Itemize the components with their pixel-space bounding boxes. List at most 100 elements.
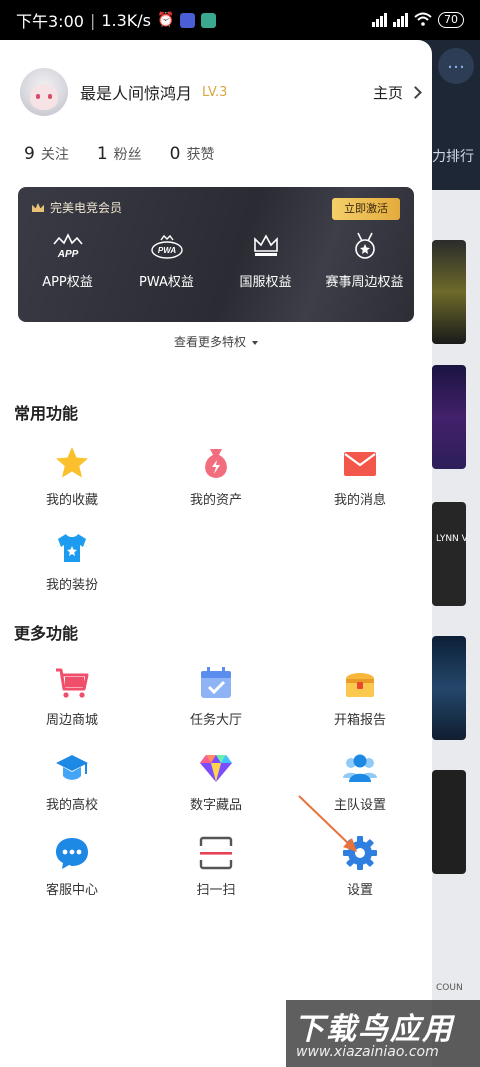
menu-item-assets[interactable]: 我的资产: [144, 444, 288, 529]
wifi-icon: [414, 11, 432, 30]
menu-item-label: 客服中心: [45, 883, 98, 898]
calendar-icon: [197, 664, 235, 702]
profile-row[interactable]: 最是人间惊鸿月 LV.3 主页: [20, 68, 422, 116]
chat-bubble-icon: [53, 834, 91, 872]
graduation-cap-icon: [53, 749, 91, 787]
background-card: [432, 365, 466, 469]
pwa-crown-icon: PWA: [147, 231, 187, 261]
triangle-down-icon: [252, 340, 258, 345]
more-perks-label: 查看更多特权: [173, 335, 246, 349]
section-title-more: 更多功能: [14, 624, 79, 643]
crown-icon: [32, 203, 44, 212]
perk-merch[interactable]: 赛事周边权益: [315, 231, 414, 290]
homepage-link[interactable]: 主页: [372, 82, 422, 103]
stat-label: 粉丝: [113, 147, 142, 163]
background-card: [432, 770, 466, 874]
perk-label: 国服权益: [239, 275, 292, 290]
background-card: [432, 240, 466, 344]
activate-button[interactable]: 立即激活: [332, 198, 400, 220]
stat-value: 0: [169, 144, 181, 164]
stat-value: 1: [96, 144, 108, 164]
menu-item-label: 我的资产: [189, 493, 242, 508]
background-rank-label: 力排行: [432, 149, 474, 165]
perk-label: 赛事周边权益: [325, 275, 404, 290]
menu-item-label: 我的消息: [333, 493, 386, 508]
annotation-arrow-icon: [298, 795, 357, 852]
menu-item-label: 我的高校: [45, 798, 98, 813]
menu-item-label: 设置: [346, 883, 373, 898]
avatar[interactable]: [20, 68, 68, 116]
background-card-text: LYNN V: [436, 534, 468, 544]
vip-perks: APP APP权益 PWA PWA权益 国服权益 赛事周边权益: [18, 231, 414, 290]
background-card: [432, 502, 466, 606]
alarm-icon: ⏰: [157, 12, 175, 28]
menu-item-label: 我的收藏: [45, 493, 98, 508]
stat-label: 获赞: [186, 147, 215, 163]
stat-following[interactable]: 9 关注: [24, 144, 69, 164]
scan-icon: [197, 834, 235, 872]
level-badge: LV.3: [202, 84, 228, 100]
diamond-icon: [197, 749, 235, 787]
status-time: 下午3:00: [16, 12, 84, 31]
stat-likes[interactable]: 0 获赞: [170, 144, 215, 164]
envelope-icon: [341, 444, 379, 482]
app-notification-icon-2: [201, 12, 217, 28]
signal-icon-2: [393, 13, 408, 27]
menu-item-label: 周边商城: [45, 713, 98, 728]
treasure-box-icon: [341, 664, 379, 702]
chevron-right-icon: [409, 85, 422, 99]
stat-value: 9: [24, 144, 35, 164]
svg-text:PWA: PWA: [157, 246, 175, 255]
medal-icon: [345, 231, 385, 261]
stats-row: 9 关注 1 粉丝 0 获赞: [24, 144, 214, 164]
menu-item-label: 开箱报告: [333, 713, 386, 728]
perk-cn-server[interactable]: 国服权益: [216, 231, 315, 290]
side-drawer: 最是人间惊鸿月 LV.3 主页 9 关注 1 粉丝 0 获赞 完美电竞会员 立即…: [0, 40, 432, 1067]
perk-pwa[interactable]: PWA PWA权益: [117, 231, 216, 290]
background-card: [432, 636, 466, 740]
menu-item-scan[interactable]: 扫一扫: [144, 834, 288, 919]
cart-icon: [53, 664, 91, 702]
vip-card[interactable]: 完美电竞会员 立即激活 APP APP权益 PWA PWA权益 国服权益 赛事周…: [18, 187, 414, 322]
perk-app[interactable]: APP APP权益: [18, 231, 117, 290]
network-speed: 1.3K/s: [101, 10, 151, 30]
menu-item-outfits[interactable]: 我的装扮: [0, 529, 144, 614]
common-functions-grid: 我的收藏 我的资产 我的消息 我的装扮: [0, 444, 432, 614]
background-bottom-text: COUN: [436, 983, 463, 993]
section-title-common: 常用功能: [14, 404, 79, 423]
menu-item-digital-collectibles[interactable]: 数字藏品: [144, 749, 288, 834]
battery-indicator: 70: [438, 12, 464, 28]
menu-item-tasks[interactable]: 任务大厅: [144, 664, 288, 749]
menu-item-favorites[interactable]: 我的收藏: [0, 444, 144, 529]
vip-title: 完美电竞会员: [32, 199, 122, 216]
menu-item-customer-service[interactable]: 客服中心: [0, 834, 144, 919]
money-bag-icon: [197, 444, 235, 482]
perk-label: APP权益: [42, 275, 93, 290]
menu-item-university[interactable]: 我的高校: [0, 749, 144, 834]
svg-text:APP: APP: [56, 249, 78, 260]
menu-item-label: 数字藏品: [189, 798, 242, 813]
username: 最是人间惊鸿月: [80, 84, 193, 103]
menu-item-label: 任务大厅: [189, 713, 242, 728]
vip-title-text: 完美电竞会员: [50, 201, 123, 215]
status-bar: 下午3:00 | 1.3K/s ⏰ 70: [0, 0, 480, 40]
app-notification-icon: [180, 12, 196, 28]
homepage-label: 主页: [372, 83, 403, 102]
team-icon: [341, 749, 379, 787]
more-functions-grid: 周边商城 任务大厅 开箱报告 我的高校 数字藏品 主队设置 客服中心 扫一扫 设…: [0, 664, 432, 919]
crown-icon: [246, 231, 286, 261]
watermark-title: 下载鸟应用: [294, 1012, 454, 1047]
more-perks-link[interactable]: 查看更多特权: [0, 333, 432, 350]
stat-followers[interactable]: 1 粉丝: [97, 144, 142, 164]
menu-item-label: 扫一扫: [196, 883, 236, 898]
menu-item-shop[interactable]: 周边商城: [0, 664, 144, 749]
star-icon: [53, 444, 91, 482]
menu-item-label: 我的装扮: [45, 578, 98, 593]
tshirt-icon: [53, 529, 91, 567]
app-crown-icon: APP: [48, 231, 88, 261]
menu-item-unbox-report[interactable]: 开箱报告: [288, 664, 432, 749]
stat-label: 关注: [40, 147, 69, 163]
watermark: 下载鸟应用 www.xiazainiao.com: [286, 1000, 480, 1067]
menu-item-messages[interactable]: 我的消息: [288, 444, 432, 529]
perk-label: PWA权益: [139, 275, 194, 290]
